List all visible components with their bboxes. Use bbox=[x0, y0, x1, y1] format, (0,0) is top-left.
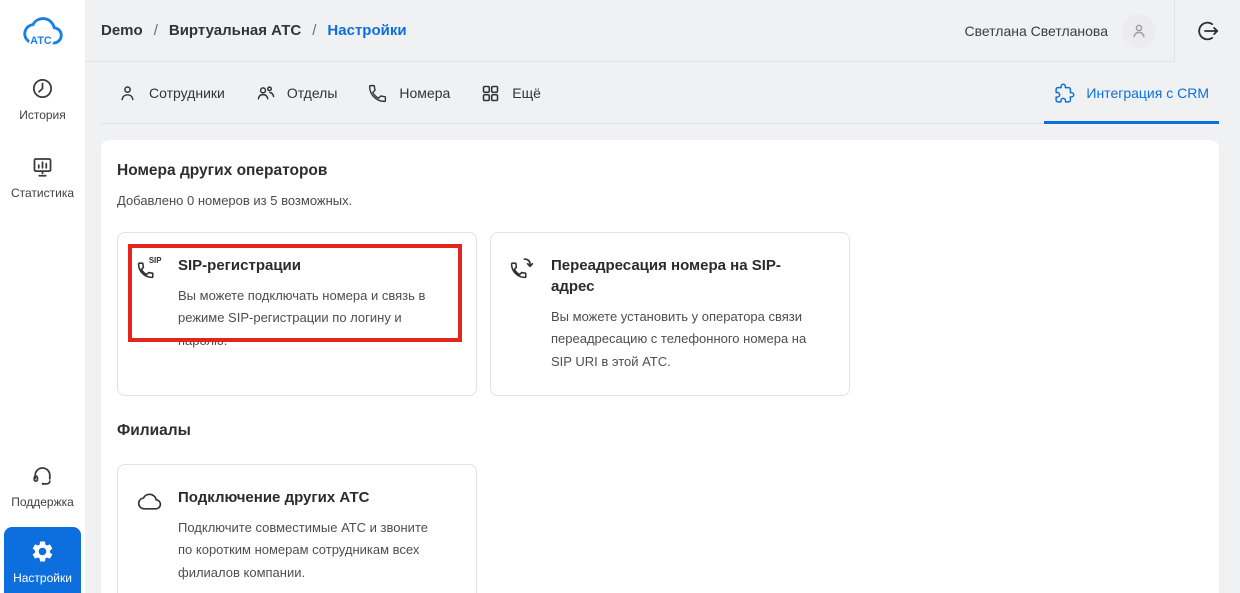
cards-row: Подключение других АТС Подключите совмес… bbox=[117, 464, 1195, 593]
puzzle-icon bbox=[1054, 83, 1075, 104]
breadcrumb-separator: / bbox=[154, 22, 158, 39]
card-description: Вы можете установить у оператора связи п… bbox=[551, 306, 813, 373]
tab-bar: Сотрудники Отделы Номера bbox=[85, 62, 1240, 124]
card-title: SIP-регистрации bbox=[178, 255, 410, 276]
headset-icon bbox=[30, 463, 55, 488]
card-title: Переадресация номера на SIP-адрес bbox=[551, 255, 783, 297]
content-area: Номера других операторов Добавлено 0 ном… bbox=[85, 124, 1240, 593]
breadcrumb-separator: / bbox=[312, 22, 316, 39]
sidebar-item-label: Настройки bbox=[13, 571, 72, 585]
card-description: Вы можете подключать номера и связь в ре… bbox=[178, 285, 440, 352]
section-branches: Филиалы Подключение д bbox=[117, 422, 1195, 593]
tab-label: Сотрудники bbox=[149, 85, 225, 101]
phone-icon bbox=[367, 83, 388, 104]
main-column: Demo / Виртуальная АТС / Настройки Светл… bbox=[85, 0, 1240, 593]
sidebar-item-label: История bbox=[19, 108, 66, 122]
section-title: Номера других операторов bbox=[117, 162, 1195, 180]
user-icon bbox=[1129, 21, 1149, 41]
sidebar-bottom-nav: Поддержка Настройки bbox=[0, 455, 85, 593]
sip-phone-icon: SIP bbox=[136, 255, 163, 373]
avatar[interactable] bbox=[1122, 14, 1156, 48]
tab-label: Ещё bbox=[512, 85, 541, 101]
breadcrumb: Demo / Виртуальная АТС / Настройки bbox=[101, 22, 407, 39]
card-description: Подключите совместимые АТС и звоните по … bbox=[178, 517, 440, 584]
user-menu[interactable]: Светлана Светланова bbox=[964, 14, 1156, 48]
card-body: Подключение других АТС Подключите совмес… bbox=[178, 487, 440, 584]
section-other-operators: Номера других операторов Добавлено 0 ном… bbox=[117, 162, 1195, 396]
breadcrumb-item-demo[interactable]: Demo bbox=[101, 22, 143, 39]
tab-more[interactable]: Ещё bbox=[480, 83, 541, 104]
sidebar-item-settings[interactable]: Настройки bbox=[4, 527, 81, 593]
sidebar-item-history[interactable]: История bbox=[0, 68, 85, 130]
logout-icon bbox=[1196, 19, 1220, 43]
card-body: Переадресация номера на SIP-адрес Вы мож… bbox=[551, 255, 813, 373]
sidebar-item-support[interactable]: Поддержка bbox=[0, 455, 85, 517]
person-icon bbox=[117, 83, 138, 104]
card-sip-registration[interactable]: SIP SIP-регистрации Вы можете подключать… bbox=[117, 232, 477, 396]
cloud-icon bbox=[136, 487, 163, 584]
phone-forward-icon bbox=[509, 255, 536, 373]
gear-icon bbox=[30, 539, 55, 564]
user-name: Светлана Светланова bbox=[964, 23, 1108, 39]
card-body: SIP-регистрации Вы можете подключать ном… bbox=[178, 255, 440, 373]
svg-text:АТС: АТС bbox=[30, 35, 52, 47]
cloud-atc-logo-icon: АТС bbox=[20, 11, 66, 49]
stats-monitor-icon bbox=[30, 154, 55, 179]
people-icon bbox=[255, 83, 276, 104]
topbar: Demo / Виртуальная АТС / Настройки Светл… bbox=[85, 0, 1240, 62]
breadcrumb-item-settings: Настройки bbox=[327, 22, 406, 39]
tab-employees[interactable]: Сотрудники bbox=[117, 83, 225, 104]
breadcrumb-item-vpbx[interactable]: Виртуальная АТС bbox=[169, 22, 301, 39]
section-subtitle: Добавлено 0 номеров из 5 возможных. bbox=[117, 193, 1195, 208]
card-connect-other-pbx[interactable]: Подключение других АТС Подключите совмес… bbox=[117, 464, 477, 593]
app-logo[interactable]: АТС bbox=[0, 0, 85, 60]
section-title: Филиалы bbox=[117, 422, 1195, 440]
card-title: Подключение других АТС bbox=[178, 487, 410, 508]
tab-numbers[interactable]: Номера bbox=[367, 83, 450, 104]
tab-label: Интеграция с CRM bbox=[1086, 85, 1209, 101]
cards-row: SIP SIP-регистрации Вы можете подключать… bbox=[117, 232, 1195, 396]
tab-label: Номера bbox=[399, 85, 450, 101]
svg-text:SIP: SIP bbox=[149, 256, 162, 265]
settings-panel: Номера других операторов Добавлено 0 ном… bbox=[101, 140, 1219, 593]
clock-icon bbox=[30, 76, 55, 101]
sidebar-item-label: Статистика bbox=[11, 186, 74, 200]
sidebar-item-statistics[interactable]: Статистика bbox=[0, 146, 85, 208]
logout-button[interactable] bbox=[1174, 0, 1240, 62]
grid-icon bbox=[480, 83, 501, 104]
tab-crm-integration[interactable]: Интеграция с CRM bbox=[1044, 62, 1219, 124]
sidebar-top-nav: История Статистика bbox=[0, 68, 85, 208]
app-root: АТС История Статистика bbox=[0, 0, 1240, 593]
topbar-main: Demo / Виртуальная АТС / Настройки Светл… bbox=[85, 0, 1174, 62]
sidebar-item-label: Поддержка bbox=[11, 495, 74, 509]
sidebar: АТС История Статистика bbox=[0, 0, 85, 593]
tab-label: Отделы bbox=[287, 85, 338, 101]
tab-departments[interactable]: Отделы bbox=[255, 83, 338, 104]
card-number-forwarding[interactable]: Переадресация номера на SIP-адрес Вы мож… bbox=[490, 232, 850, 396]
